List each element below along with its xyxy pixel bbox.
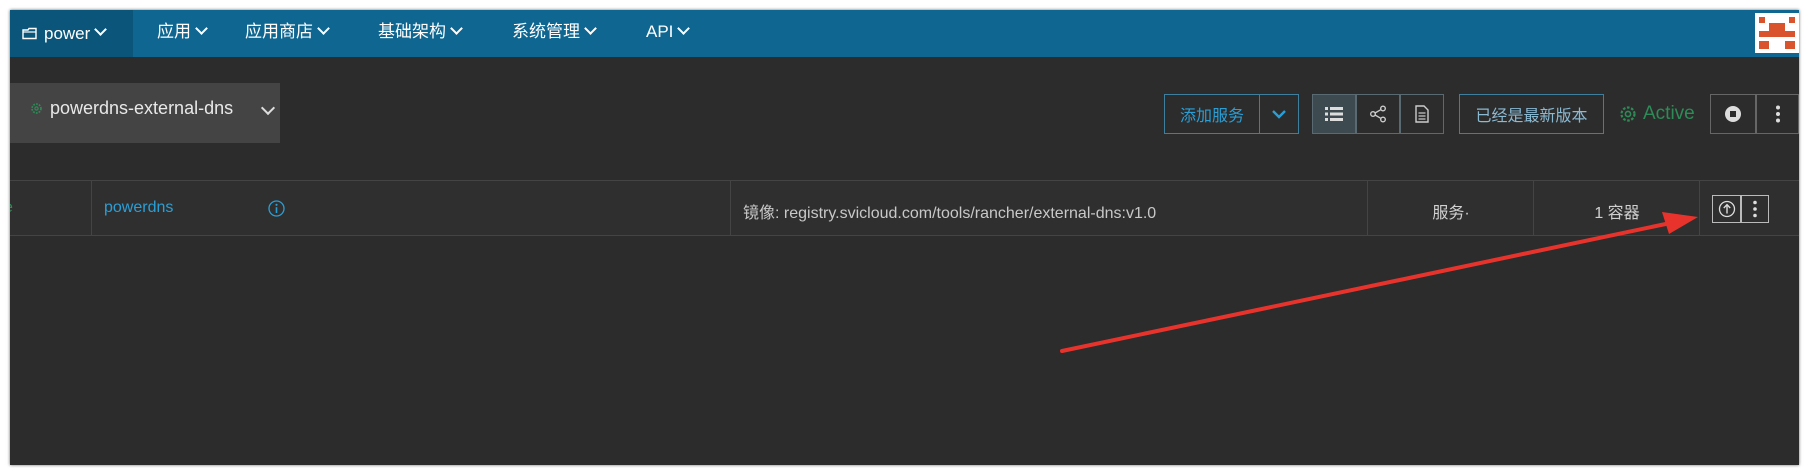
app-window: power 应用 应用商店 基础架构 系统管理 API powerdns-ext… (10, 10, 1799, 465)
annotation-arrow-icon (1060, 212, 1698, 353)
